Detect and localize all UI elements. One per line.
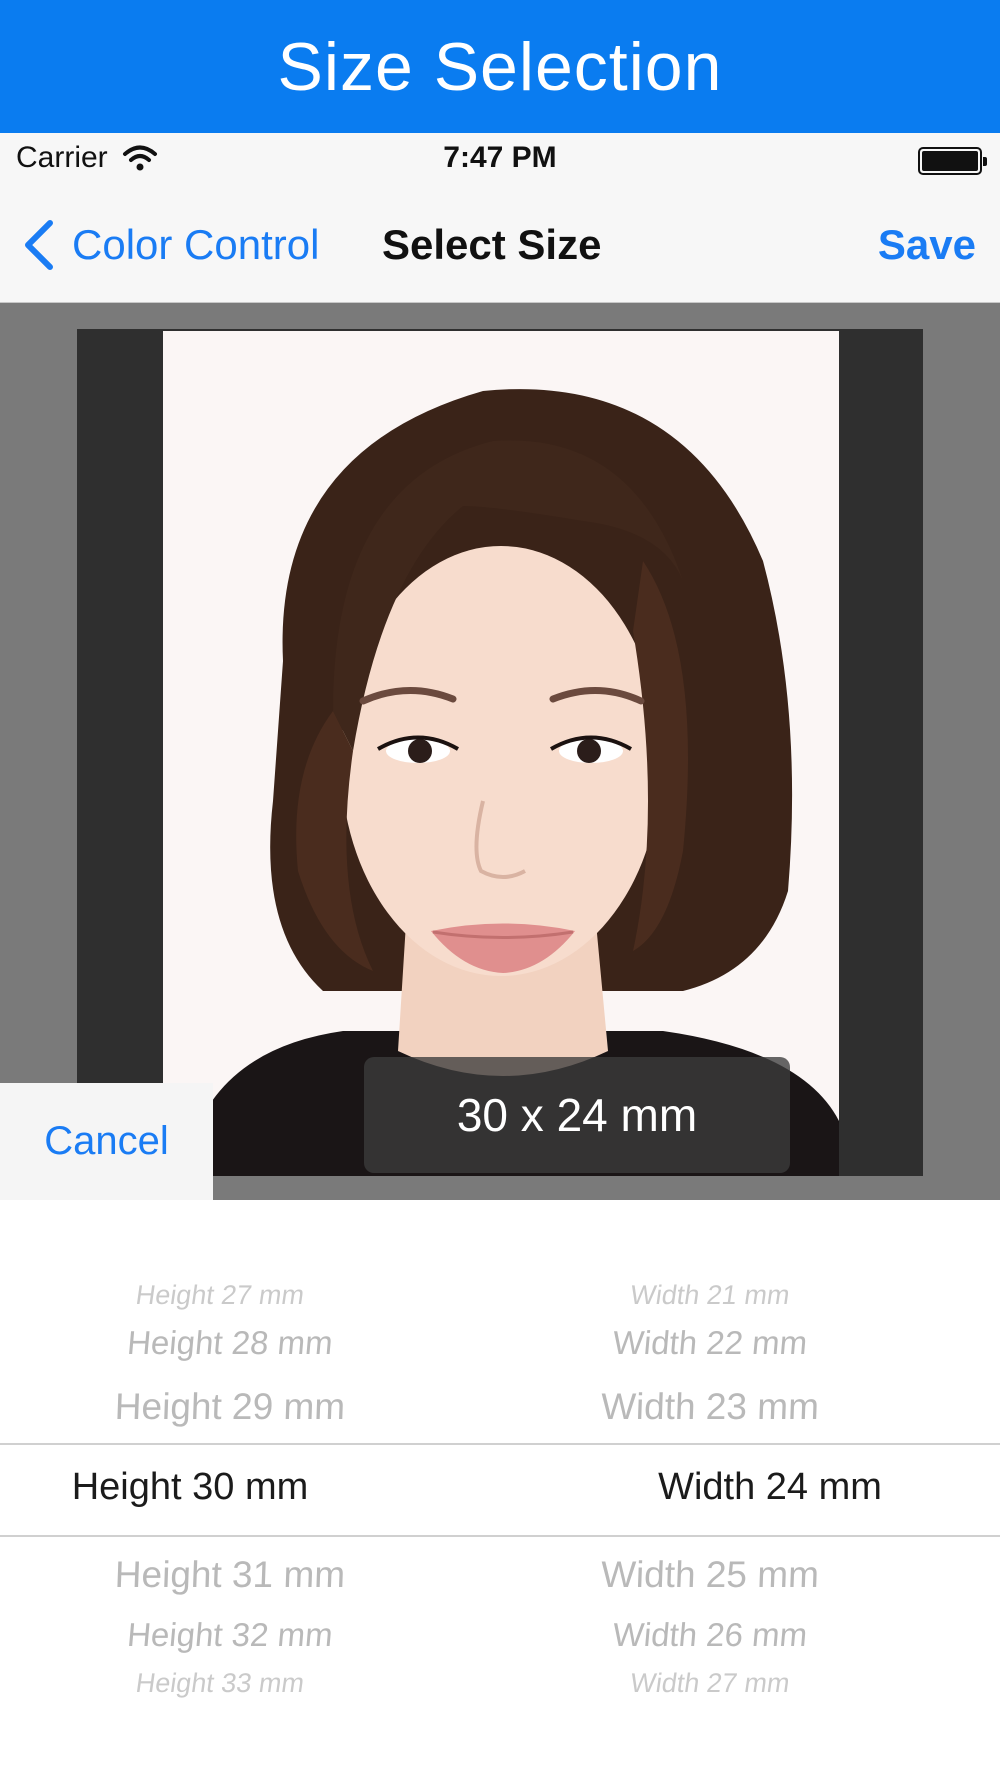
width-option[interactable]: Width 27 mm [458, 1668, 962, 1699]
width-option[interactable]: Width 26 mm [458, 1616, 961, 1654]
status-bar: Carrier 7:47 PM [0, 133, 1000, 193]
chevron-left-icon [25, 220, 53, 270]
width-option[interactable]: Width 24 mm [520, 1466, 1000, 1509]
portrait-photo [163, 331, 839, 1176]
width-picker-column[interactable]: Width 21 mm Width 22 mm Width 23 mm Width 2… [500, 1200, 1000, 1778]
back-button[interactable]: Color Control [20, 215, 319, 275]
width-option[interactable]: Width 25 mm [459, 1554, 960, 1596]
battery-icon [918, 147, 987, 175]
picker-selection-bottom-divider [0, 1535, 1000, 1537]
size-picker[interactable]: Height 27 mm Height 28 mm Height 29 mm Heig… [0, 1200, 1000, 1778]
navigation-bar: Color Control Select Size Save [0, 193, 1000, 303]
photo-crop-frame: 30 x 24 mm [77, 329, 923, 1176]
height-option[interactable]: Height 30 mm [0, 1466, 440, 1509]
banner-title: Size Selection [277, 28, 723, 105]
page-title: Select Size [382, 221, 602, 268]
height-option[interactable]: Height 33 mm [0, 1668, 472, 1699]
cancel-button[interactable]: Cancel [0, 1083, 213, 1200]
height-option[interactable]: Height 29 mm [0, 1386, 481, 1428]
width-option[interactable]: Width 22 mm [458, 1324, 961, 1362]
width-option[interactable]: Width 23 mm [459, 1386, 960, 1428]
height-option[interactable]: Height 31 mm [0, 1554, 481, 1596]
app-banner: Size Selection [0, 0, 1000, 133]
height-picker-column[interactable]: Height 27 mm Height 28 mm Height 29 mm Heig… [0, 1200, 500, 1778]
size-indicator-label: 30 x 24 mm [456, 1089, 698, 1141]
height-option[interactable]: Height 28 mm [0, 1324, 482, 1362]
height-option[interactable]: Height 27 mm [0, 1280, 472, 1311]
size-indicator: 30 x 24 mm [364, 1057, 790, 1173]
height-option[interactable]: Height 32 mm [0, 1616, 482, 1654]
status-time: 7:47 PM [443, 141, 557, 174]
back-button-label: Color Control [72, 221, 320, 268]
picker-selection-top-divider [0, 1443, 1000, 1445]
photo-preview-area: 30 x 24 mm [0, 303, 1000, 1200]
save-button[interactable]: Save [878, 215, 976, 275]
width-option[interactable]: Width 21 mm [458, 1280, 962, 1311]
